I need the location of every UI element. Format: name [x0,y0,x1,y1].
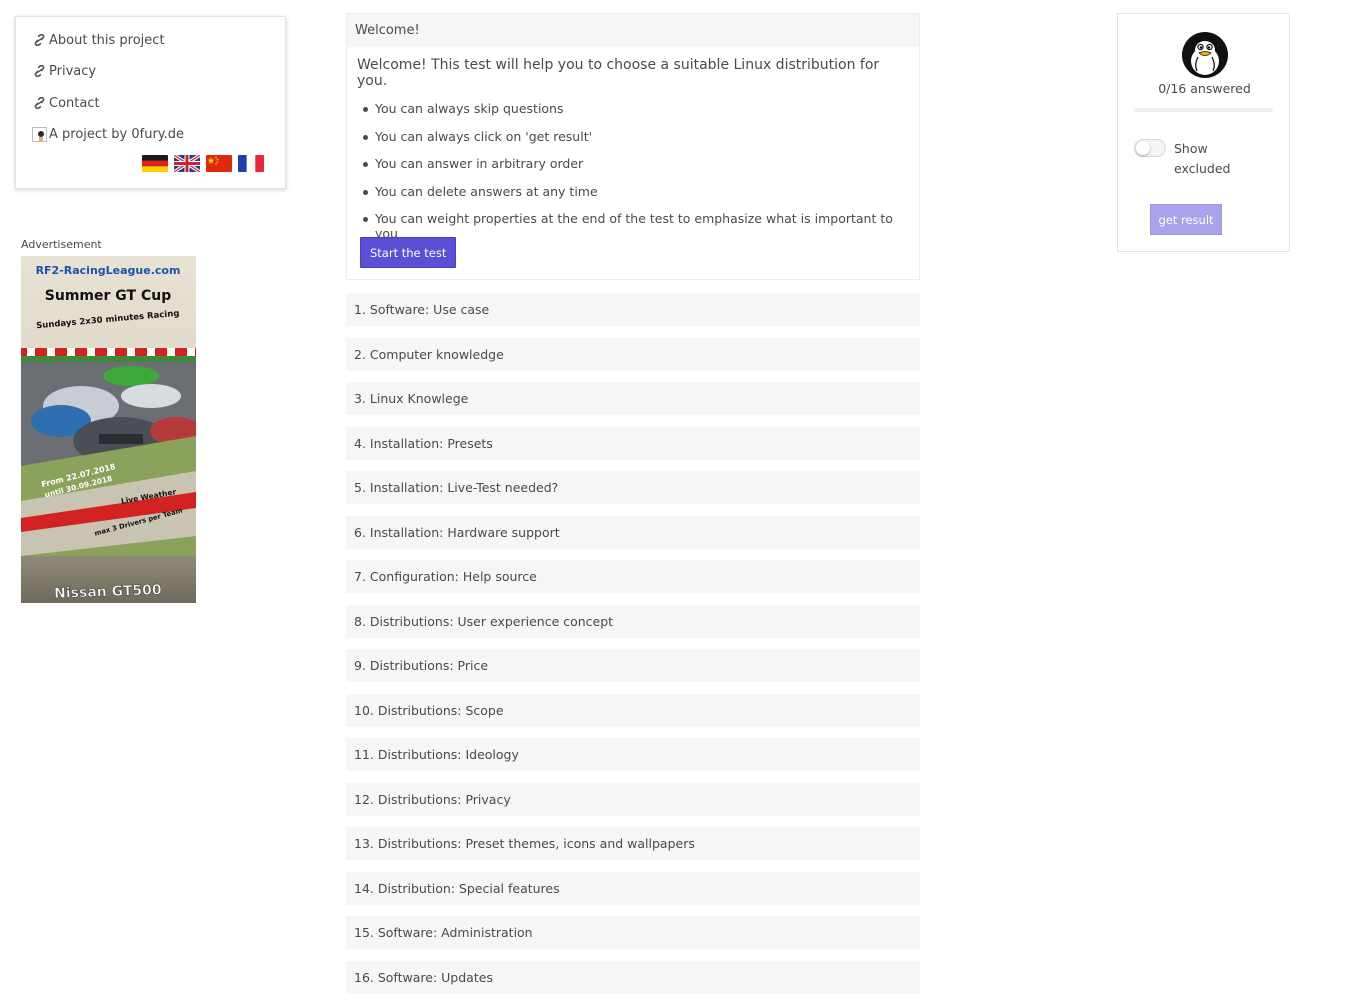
question-item-7[interactable]: 7. Configuration: Help source [346,560,920,593]
rules-list: You can always skip questions You can al… [357,101,909,241]
question-item-10[interactable]: 10. Distributions: Scope [346,694,920,727]
bullet-icon [363,162,368,167]
question-item-13[interactable]: 13. Distributions: Preset themes, icons … [346,827,920,860]
nav-contact-link[interactable]: Contact [32,93,100,113]
french-flag-icon[interactable] [238,155,264,172]
welcome-header: Welcome! [347,14,919,47]
welcome-body: Welcome! This test will help you to choo… [347,47,919,241]
nav-about-label: About this project [49,32,165,48]
bullet-icon [363,107,368,112]
show-excluded-toggle[interactable] [1134,139,1166,157]
question-item-12[interactable]: 12. Distributions: Privacy [346,783,920,816]
question-item-9[interactable]: 9. Distributions: Price [346,649,920,682]
nav-contact-label: Contact [49,95,100,111]
answered-count: 0/16 answered [1158,81,1251,96]
advertisement-label: Advertisement [21,238,102,251]
welcome-intro: Welcome! This test will help you to choo… [357,57,880,89]
nav-about-link[interactable]: About this project [32,30,165,50]
question-item-1[interactable]: 1. Software: Use case [346,293,920,326]
question-item-11[interactable]: 11. Distributions: Ideology [346,738,920,771]
nav-privacy-label: Privacy [49,63,97,79]
rule-item: You can always click on 'get result' [363,129,909,157]
rule-item: You can answer in arbitrary order [363,156,909,184]
question-item-15[interactable]: 15. Software: Administration [346,916,920,949]
rule-text: You can answer in arbitrary order [375,156,584,171]
question-item-2[interactable]: 2. Computer knowledge [346,338,920,371]
author-label: A project by 0fury.de [49,126,185,142]
question-item-3[interactable]: 3. Linux Knowlege [346,382,920,415]
link-icon [34,97,45,109]
question-item-6[interactable]: 6. Installation: Hardware support [346,516,920,549]
toggle-knob [1136,141,1150,155]
rule-text: You can always click on 'get result' [375,128,593,144]
ad-headline-text: Summer GT Cup [45,288,171,304]
english-flag-icon[interactable] [174,155,200,172]
ad-banner[interactable]: RF2-RacingLeague.com Summer GT Cup Sunda… [21,256,196,603]
rule-item: You can always skip questions [363,101,909,129]
question-item-4[interactable]: 4. Installation: Presets [346,427,920,460]
author-link[interactable]: A project by 0fury.de [32,124,184,144]
get-result-button[interactable]: get result [1150,204,1222,235]
rule-text: You can always skip questions [375,101,564,116]
show-excluded-label: Show excluded [1174,141,1231,176]
bullet-icon [363,134,368,140]
rule-item: You can delete answers at any time [363,184,909,212]
nav-card: About this project Privacy Contact A pro… [15,16,286,189]
ad-site-text: RF2-RacingLeague.com [36,264,181,277]
bullet-icon [363,189,368,195]
question-item-16[interactable]: 16. Software: Updates [346,961,920,994]
bullet-icon [363,217,368,222]
author-avatar [32,126,47,142]
rule-text: You can delete answers at any time [375,183,598,199]
chinese-flag-icon[interactable] [206,155,232,172]
nav-privacy-link[interactable]: Privacy [32,61,96,81]
main-column: Welcome! Welcome! This test will help yo… [346,13,920,994]
progress-bar [1134,108,1273,112]
rule-item: You can weight properties at the end of … [363,211,909,241]
question-item-5[interactable]: 5. Installation: Live-Test needed? [346,471,920,504]
question-item-14[interactable]: 14. Distribution: Special features [346,872,920,905]
german-flag-icon[interactable] [142,155,168,172]
start-test-button[interactable]: Start the test [360,237,457,268]
link-icon [34,65,45,77]
progress-card: 0/16 answered Show excluded get result [1117,13,1290,252]
language-flags [142,155,264,172]
welcome-card: Welcome! Welcome! This test will help yo… [346,13,920,280]
question-item-8[interactable]: 8. Distributions: User experience concep… [346,605,920,638]
link-icon [34,34,45,46]
tux-icon [1182,32,1228,78]
